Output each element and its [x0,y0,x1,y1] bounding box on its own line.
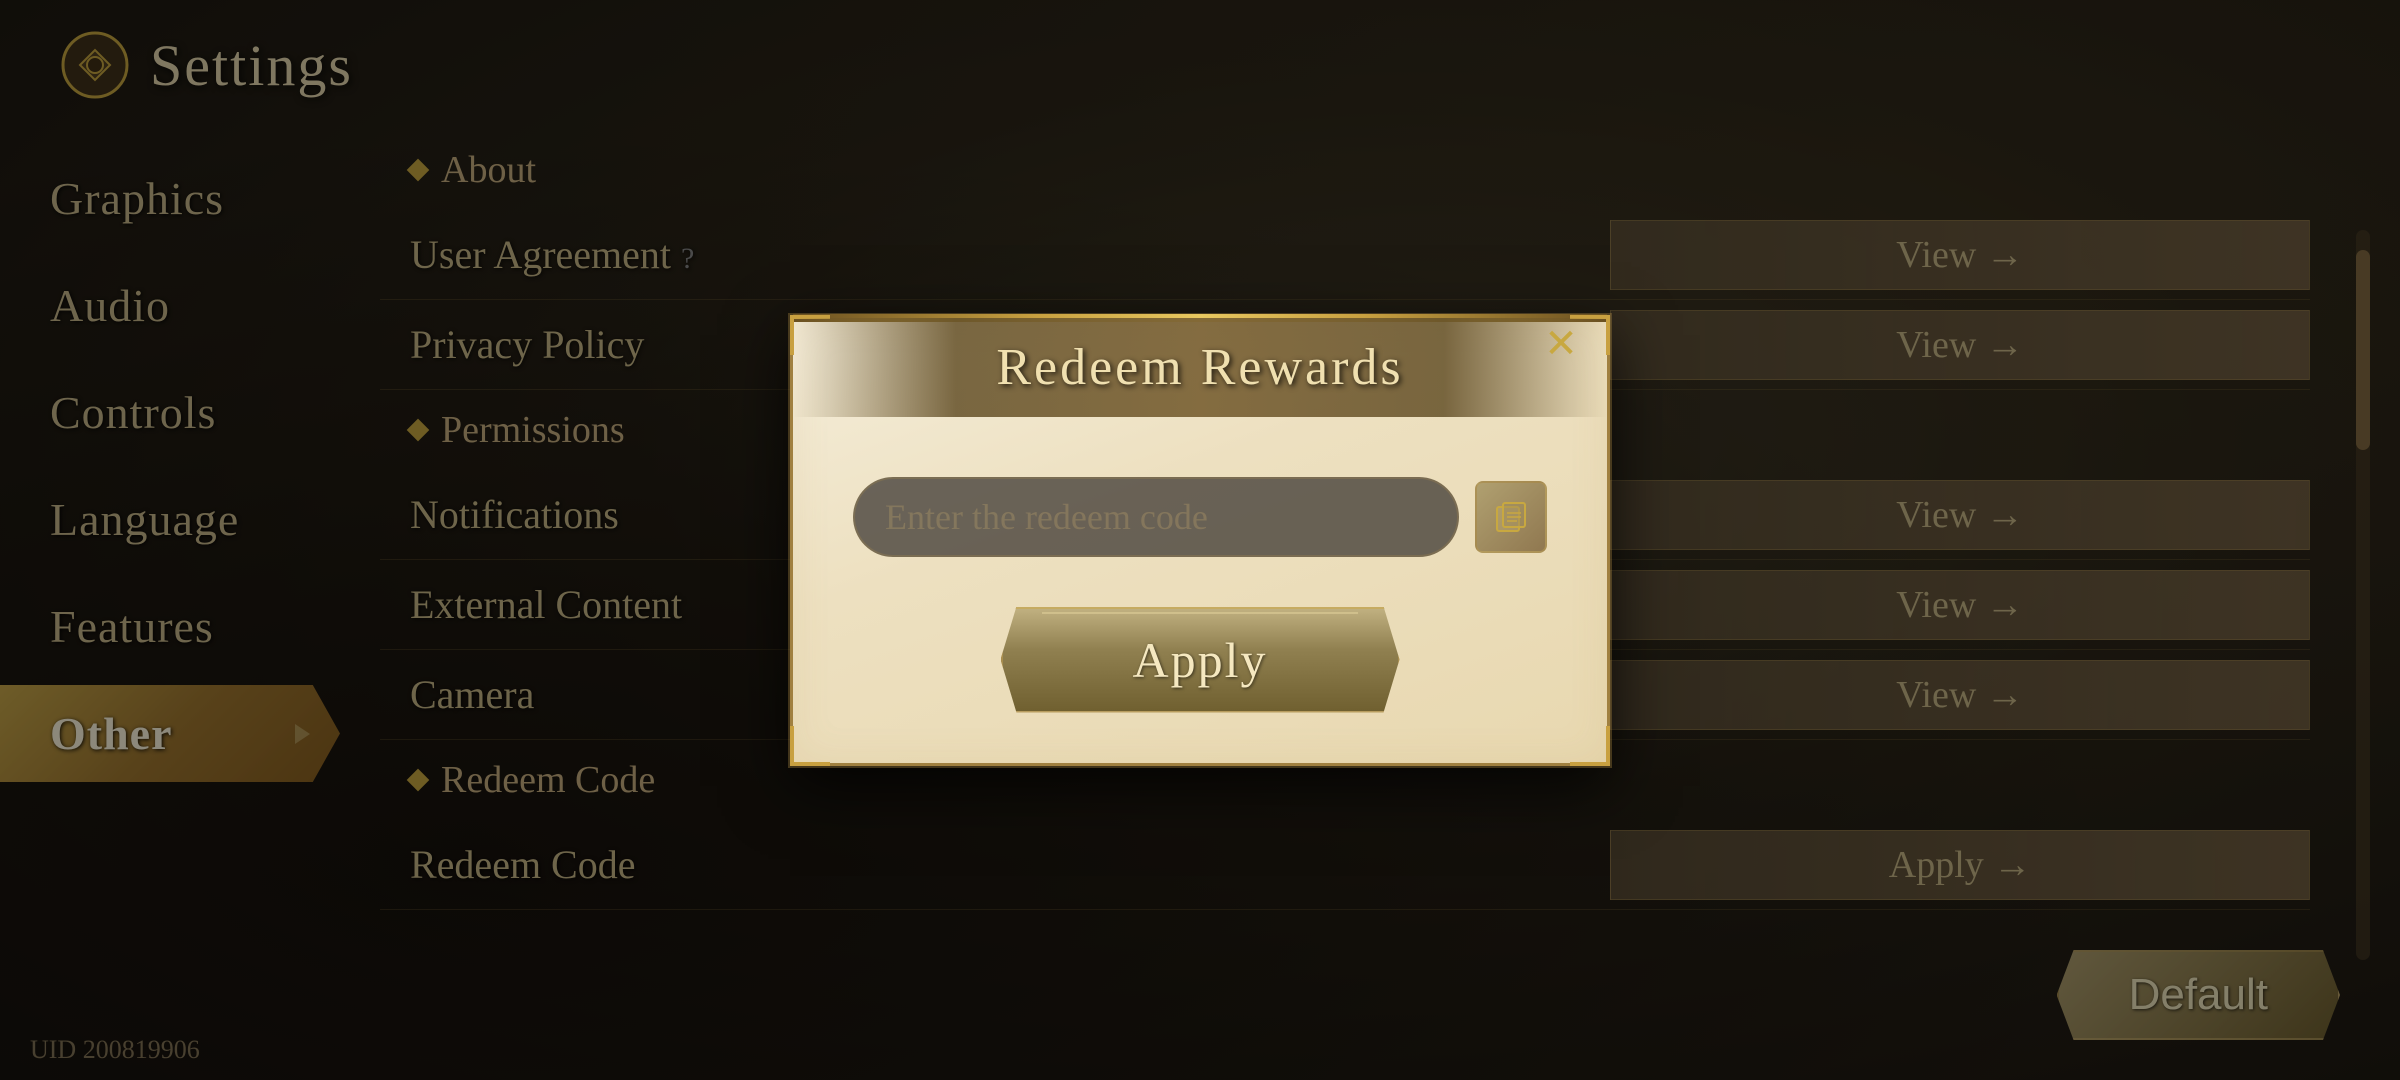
modal-header-bg: Redeem Rewards [793,318,1607,417]
redeem-code-input[interactable] [853,477,1459,557]
corner-decoration-br [1570,726,1610,766]
modal-frame: Redeem Rewards ✕ [790,315,1610,766]
corner-decoration-bl [790,726,830,766]
paste-button[interactable] [1475,481,1547,553]
modal-backdrop: Redeem Rewards ✕ [0,0,2400,1080]
modal-header: Redeem Rewards ✕ [853,318,1547,417]
modal-title: Redeem Rewards [813,338,1587,397]
apply-button[interactable]: Apply [1001,607,1400,713]
modal-close-button[interactable]: ✕ [1531,314,1591,374]
input-container [853,477,1547,557]
apply-button-container: Apply [853,607,1547,713]
redeem-rewards-modal: Redeem Rewards ✕ [790,315,1610,766]
